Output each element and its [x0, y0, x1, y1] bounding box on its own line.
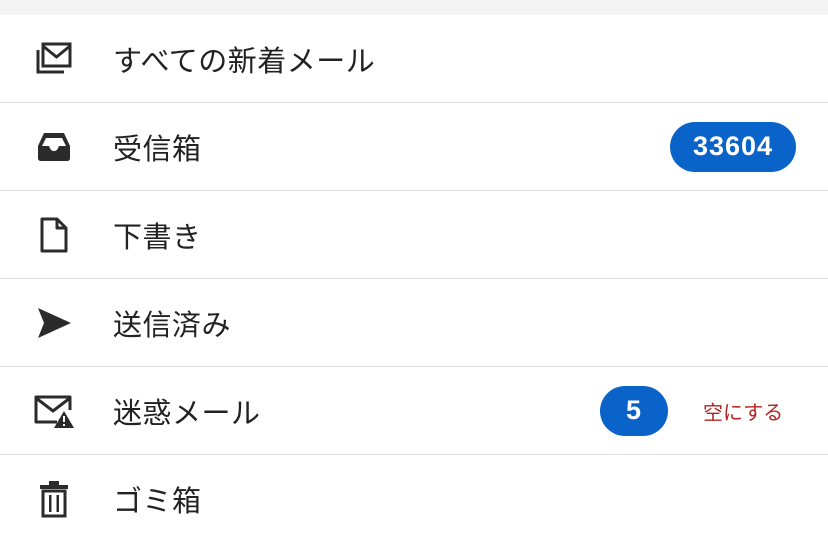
- folder-row-all-new-mail[interactable]: すべての新着メール: [0, 15, 828, 103]
- empty-spam-button[interactable]: 空にする: [703, 396, 783, 425]
- folder-row-trash[interactable]: ゴミ箱: [0, 455, 828, 539]
- inbox-tray-icon: [33, 126, 75, 168]
- trash-icon: [33, 478, 75, 520]
- folder-label: 受信箱: [113, 131, 202, 166]
- document-icon: [33, 214, 75, 256]
- folder-row-inbox[interactable]: 受信箱 33604: [0, 103, 828, 191]
- top-strip: [0, 0, 828, 15]
- send-icon: [33, 302, 75, 344]
- unread-count-badge: 5: [600, 385, 668, 436]
- folder-label: 迷惑メール: [113, 395, 261, 430]
- folder-label: すべての新着メール: [113, 43, 376, 78]
- folder-list: すべての新着メール 受信箱 33604 下書き 送信済み 迷惑メール 5 空にす…: [0, 15, 828, 539]
- folder-label: 下書き: [113, 219, 202, 254]
- spam-mail-warning-icon: [33, 390, 75, 432]
- folder-row-sent[interactable]: 送信済み: [0, 279, 828, 367]
- folder-row-spam[interactable]: 迷惑メール 5 空にする: [0, 367, 828, 455]
- all-mail-icon: [33, 38, 75, 80]
- folder-label: ゴミ箱: [113, 483, 202, 518]
- folder-label: 送信済み: [113, 307, 232, 342]
- folder-row-drafts[interactable]: 下書き: [0, 191, 828, 279]
- unread-count-badge: 33604: [670, 121, 796, 172]
